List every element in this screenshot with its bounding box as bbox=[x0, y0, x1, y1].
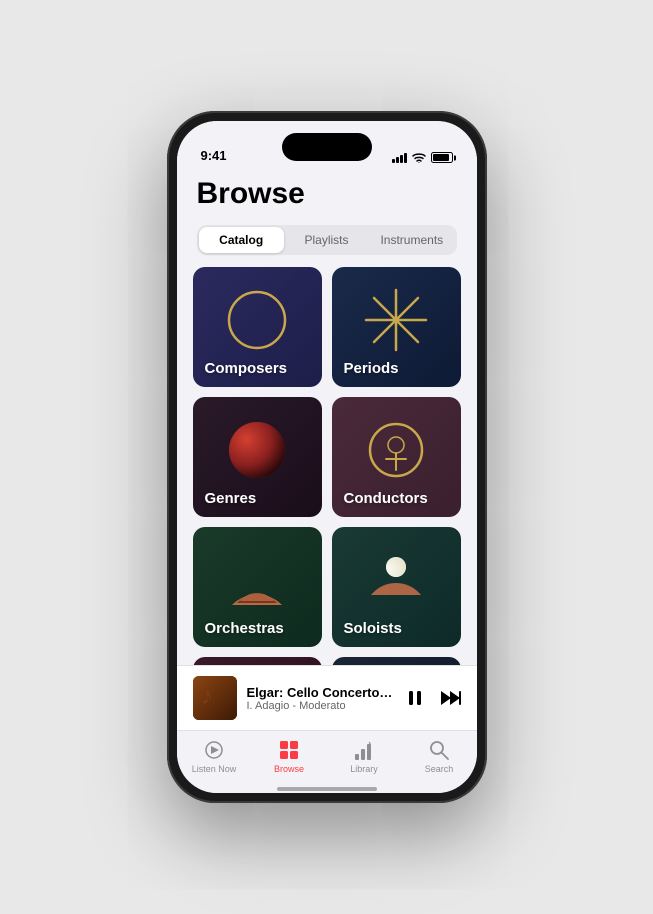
card-orchestras[interactable]: Orchestras bbox=[193, 527, 322, 647]
track-subtitle: I. Adagio - Moderato bbox=[247, 700, 395, 712]
pause-icon bbox=[405, 688, 425, 708]
browse-header: Browse Catalog Playlists Instruments bbox=[177, 169, 477, 267]
periods-icon bbox=[361, 285, 431, 355]
tab-instruments[interactable]: Instruments bbox=[369, 227, 454, 253]
search-icon bbox=[428, 739, 450, 761]
browse-tab-label: Browse bbox=[274, 764, 304, 774]
now-playing-bar[interactable]: ♪ Elgar: Cello Concerto in... I. Adagio … bbox=[177, 665, 477, 730]
conductors-icon bbox=[361, 415, 431, 485]
composers-label: Composers bbox=[205, 360, 288, 377]
tab-catalog[interactable]: Catalog bbox=[199, 227, 284, 253]
main-content: Browse Catalog Playlists Instruments Com… bbox=[177, 169, 477, 665]
status-time: 9:41 bbox=[201, 148, 227, 163]
tab-bar-listen-now[interactable]: Listen Now bbox=[177, 739, 252, 774]
skip-forward-icon bbox=[439, 688, 461, 708]
svg-text:♪: ♪ bbox=[201, 683, 213, 710]
battery-icon bbox=[431, 152, 453, 163]
catalog-grid: Composers Periods bbox=[177, 267, 477, 665]
tab-bar: Listen Now Browse Library bbox=[177, 730, 477, 788]
card-soloists[interactable]: Soloists bbox=[332, 527, 461, 647]
composers-icon bbox=[222, 285, 292, 355]
skip-forward-button[interactable] bbox=[439, 688, 461, 708]
page-title: Browse bbox=[197, 177, 457, 211]
genres-icon bbox=[222, 415, 292, 485]
periods-label: Periods bbox=[344, 360, 399, 377]
listen-now-label: Listen Now bbox=[192, 764, 237, 774]
orchestras-icon bbox=[222, 545, 292, 615]
home-indicator bbox=[177, 788, 477, 793]
soloists-icon bbox=[361, 545, 431, 615]
card-choirs[interactable]: Choirs bbox=[332, 657, 461, 665]
card-periods[interactable]: Periods bbox=[332, 267, 461, 387]
soloists-label: Soloists bbox=[344, 620, 402, 637]
browse-icon bbox=[278, 739, 300, 761]
track-info: Elgar: Cello Concerto in... I. Adagio - … bbox=[247, 685, 395, 712]
card-genres[interactable]: Genres bbox=[193, 397, 322, 517]
phone-screen: 9:41 bbox=[177, 121, 477, 793]
orchestras-label: Orchestras bbox=[205, 620, 284, 637]
home-bar bbox=[277, 787, 377, 791]
wifi-icon bbox=[412, 152, 426, 163]
card-ensembles[interactable]: Ensembles bbox=[193, 657, 322, 665]
tab-bar-library[interactable]: Library bbox=[327, 739, 402, 774]
tab-bar-browse[interactable]: Browse bbox=[252, 739, 327, 774]
library-icon bbox=[353, 739, 375, 761]
tab-selector: Catalog Playlists Instruments bbox=[197, 225, 457, 255]
card-conductors[interactable]: Conductors bbox=[332, 397, 461, 517]
library-label: Library bbox=[350, 764, 378, 774]
track-title: Elgar: Cello Concerto in... bbox=[247, 685, 395, 700]
search-label: Search bbox=[425, 764, 454, 774]
phone-frame: 9:41 bbox=[167, 111, 487, 803]
tab-playlists[interactable]: Playlists bbox=[284, 227, 369, 253]
conductors-label: Conductors bbox=[344, 490, 428, 507]
card-composers[interactable]: Composers bbox=[193, 267, 322, 387]
listen-now-icon bbox=[203, 739, 225, 761]
genres-label: Genres bbox=[205, 490, 257, 507]
album-art-graphic: ♪ bbox=[193, 676, 237, 720]
signal-bars-icon bbox=[392, 153, 407, 163]
status-icons bbox=[392, 152, 453, 163]
playback-controls bbox=[405, 688, 461, 708]
pause-button[interactable] bbox=[405, 688, 425, 708]
dynamic-island bbox=[282, 133, 372, 161]
album-art: ♪ bbox=[193, 676, 237, 720]
tab-bar-search[interactable]: Search bbox=[402, 739, 477, 774]
